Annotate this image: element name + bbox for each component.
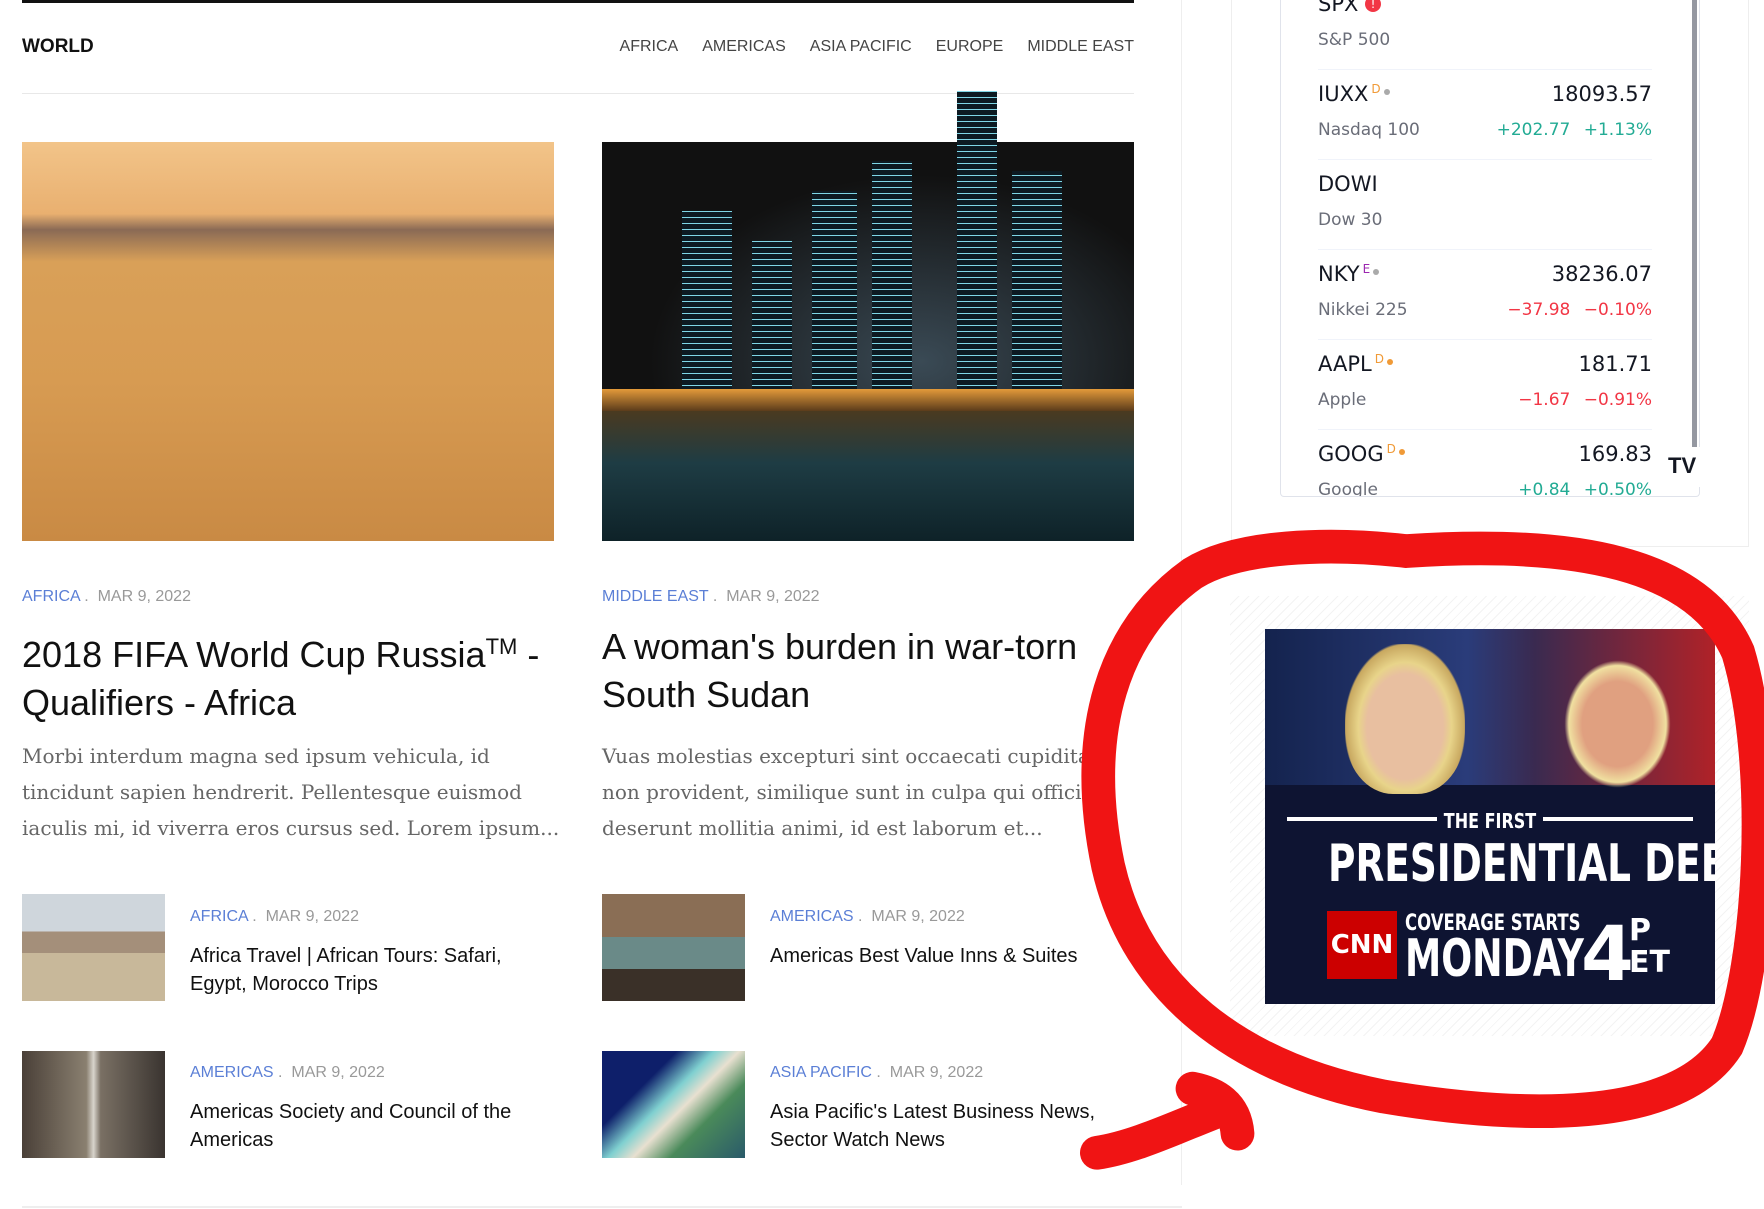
item-meta: AMERICAS . MAR 9, 2022 <box>770 908 965 925</box>
bottom-rule <box>22 1206 1182 1208</box>
date: MAR 9, 2022 <box>726 588 820 605</box>
status-dot-icon <box>1373 269 1380 275</box>
featured-meta: AFRICA . MAR 9, 2022 <box>22 588 191 605</box>
date: MAR 9, 2022 <box>291 1064 385 1081</box>
status-dot-icon <box>1386 359 1393 365</box>
ticker-name: Google <box>1318 480 1378 497</box>
item-title[interactable]: Asia Pacific's Latest Business News, Sec… <box>770 1098 1130 1154</box>
ticker-row-goog[interactable]: GOOG D Google 169.83 +0.84 +0.50% <box>1318 430 1652 497</box>
ticker-symbol: NKY E <box>1318 262 1380 286</box>
trademark: TM <box>485 634 518 659</box>
market-ticker-widget[interactable]: SPX ! S&P 500 IUXX D Nasdaq 100 18093.57 … <box>1280 0 1700 497</box>
ticker-row-aapl[interactable]: AAPL D Apple 181.71 −1.67 −0.91% <box>1318 340 1652 430</box>
nav-asia-pacific[interactable]: ASIA PACIFIC <box>810 38 912 56</box>
ad-day: MONDAY <box>1405 929 1584 989</box>
ticker-price: 181.71 <box>1578 352 1652 376</box>
featured-excerpt: Vuas molestias excepturi sint occaecati … <box>602 744 1110 840</box>
ad-line1: THE FIRST <box>1443 809 1537 833</box>
ticker-scrollbar[interactable] <box>1692 0 1697 452</box>
delayed-badge: D <box>1371 82 1381 96</box>
cnn-logo: CNN <box>1327 911 1397 979</box>
ticker-symbol: AAPL D <box>1318 352 1393 376</box>
ticker-name: S&P 500 <box>1318 30 1391 50</box>
delayed-badge: D <box>1374 352 1384 366</box>
featured-meta: MIDDLE EAST . MAR 9, 2022 <box>602 588 820 605</box>
featured-image-desert[interactable] <box>22 142 554 541</box>
ad-hour: 4 <box>1581 909 1634 998</box>
thumb-street[interactable] <box>22 1051 165 1158</box>
ticker-price: 38236.07 <box>1551 262 1652 286</box>
nav-africa[interactable]: AFRICA <box>620 38 679 56</box>
nav-americas[interactable]: AMERICAS <box>702 38 786 56</box>
date: MAR 9, 2022 <box>97 588 191 605</box>
ticker-change: −37.98 −0.10% <box>1507 300 1652 320</box>
item-meta: ASIA PACIFIC . MAR 9, 2022 <box>770 1064 984 1081</box>
nav-europe[interactable]: EUROPE <box>936 38 1004 56</box>
thumb-island[interactable] <box>602 1051 745 1158</box>
ad-ampm: P <box>1629 913 1651 948</box>
status-dot-icon <box>1383 89 1390 95</box>
title-text: 2018 FIFA World Cup Russia <box>22 634 486 675</box>
thumb-car[interactable] <box>602 894 745 1001</box>
featured-title[interactable]: A woman's burden in war-torn South Sudan <box>602 623 1134 719</box>
ticker-change: −1.67 −0.91% <box>1518 390 1652 410</box>
alert-icon: ! <box>1365 0 1382 12</box>
ticker-price: 169.83 <box>1578 442 1652 466</box>
category-link[interactable]: AMERICAS <box>190 1064 274 1081</box>
ad-headline: PRESIDENTIAL DEBATE <box>1328 834 1715 894</box>
ticker-symbol: IUXX D <box>1318 82 1390 106</box>
category-link[interactable]: ASIA PACIFIC <box>770 1064 872 1081</box>
item-meta: AMERICAS . MAR 9, 2022 <box>190 1064 385 1081</box>
ticker-row-dowi[interactable]: DOWI Dow 30 <box>1318 160 1652 250</box>
delayed-badge: D <box>1386 442 1396 456</box>
ticker-name: Dow 30 <box>1318 210 1383 230</box>
ticker-symbol: DOWI <box>1318 172 1378 196</box>
top-rule <box>22 0 1134 3</box>
section-title: WORLD <box>22 36 94 57</box>
ticker-row-spx[interactable]: SPX ! S&P 500 <box>1318 0 1652 70</box>
item-meta: AFRICA . MAR 9, 2022 <box>190 908 359 925</box>
date: MAR 9, 2022 <box>871 908 965 925</box>
thumb-giraffe[interactable] <box>22 894 165 1001</box>
status-dot-icon <box>1398 449 1405 455</box>
ticker-change: +202.77 +1.13% <box>1496 120 1652 140</box>
ticker-price: 18093.57 <box>1551 82 1652 106</box>
featured-title[interactable]: 2018 FIFA World Cup RussiaTM - Qualifier… <box>22 623 554 727</box>
ticker-name: Apple <box>1318 390 1367 410</box>
ticker-row-iuxx[interactable]: IUXX D Nasdaq 100 18093.57 +202.77 +1.13% <box>1318 70 1652 160</box>
column-divider <box>1181 0 1182 1185</box>
item-title[interactable]: Americas Best Value Inns & Suites <box>770 942 1130 970</box>
featured-excerpt: Morbi interdum magna sed ipsum vehicula,… <box>22 744 560 840</box>
section-nav: AFRICA AMERICAS ASIA PACIFIC EUROPE MIDD… <box>620 38 1134 56</box>
ticker-name: Nikkei 225 <box>1318 300 1408 320</box>
category-link[interactable]: AMERICAS <box>770 908 854 925</box>
debate-ad-banner[interactable]: THE FIRST PRESIDENTIAL DEBATE CNN COVERA… <box>1265 629 1715 1004</box>
ticker-symbol: GOOG D <box>1318 442 1405 466</box>
ticker-change: +0.84 +0.50% <box>1518 480 1652 497</box>
eod-badge: E <box>1362 262 1371 276</box>
date: MAR 9, 2022 <box>889 1064 984 1081</box>
category-link[interactable]: AFRICA <box>22 588 80 605</box>
ticker-name: Nasdaq 100 <box>1318 120 1420 140</box>
nav-middle-east[interactable]: MIDDLE EAST <box>1027 38 1134 56</box>
item-title[interactable]: Africa Travel | African Tours: Safari, E… <box>190 942 550 998</box>
tradingview-logo-icon[interactable]: TV <box>1652 447 1700 487</box>
ticker-row-nky[interactable]: NKY E Nikkei 225 38236.07 −37.98 −0.10% <box>1318 250 1652 340</box>
featured-image-city[interactable] <box>602 91 1134 541</box>
category-link[interactable]: AFRICA <box>190 908 248 925</box>
ad-photo <box>1265 629 1715 799</box>
date: MAR 9, 2022 <box>265 908 359 925</box>
ad-timezone: ET <box>1629 945 1670 980</box>
ticker-symbol: SPX ! <box>1318 0 1382 16</box>
category-link[interactable]: MIDDLE EAST <box>602 588 708 605</box>
item-title[interactable]: Americas Society and Council of the Amer… <box>190 1098 550 1154</box>
